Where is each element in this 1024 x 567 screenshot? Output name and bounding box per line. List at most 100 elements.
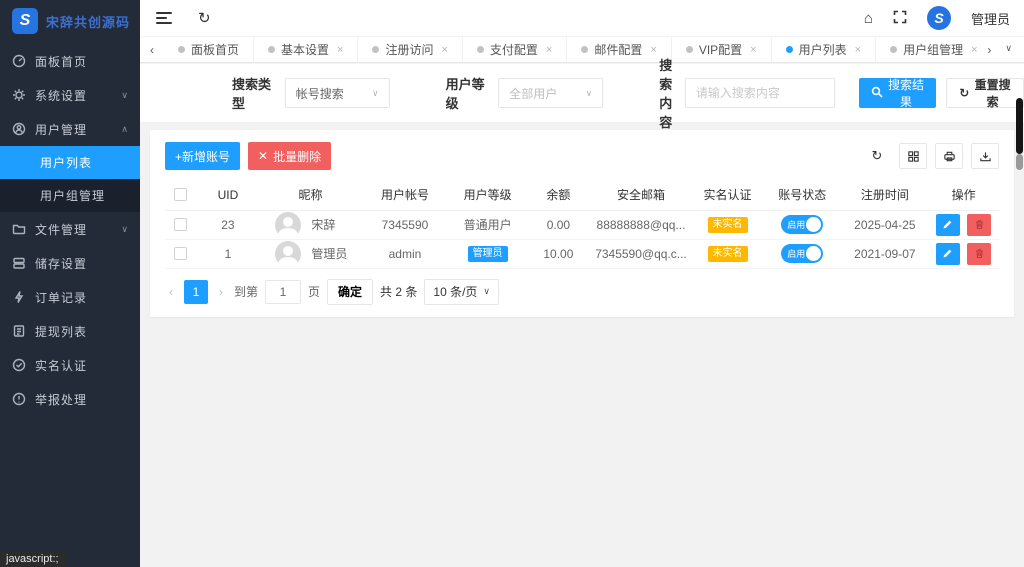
tab-mail-config[interactable]: 邮件配置 × xyxy=(567,37,672,62)
avatar xyxy=(275,240,302,267)
scrollbar-track[interactable] xyxy=(1016,154,1023,170)
tab-label: 支付配置 xyxy=(489,43,538,57)
tabs-scroll-right-icon[interactable]: › xyxy=(987,43,991,57)
menu-collapse-icon[interactable] xyxy=(156,12,172,24)
row-checkbox[interactable] xyxy=(174,247,188,260)
edit-button[interactable] xyxy=(935,213,960,236)
tab-basic-settings[interactable]: 基本设置 × xyxy=(254,37,359,62)
tab-register-access[interactable]: 注册访问 × xyxy=(358,37,463,62)
batch-delete-button[interactable]: ✕ 批量删除 xyxy=(248,142,332,170)
table-refresh-icon[interactable]: ↻ xyxy=(863,143,891,169)
col-header-level: 用户等级 xyxy=(463,188,512,203)
select-value: 全部用户 xyxy=(509,86,558,101)
select-value: 10 条/页 xyxy=(433,285,478,299)
sidebar-item-label: 实名认证 xyxy=(35,358,88,373)
sidebar-item-label: 系统设置 xyxy=(35,88,88,103)
sidebar-item-user-group[interactable]: 用户组管理 xyxy=(0,179,140,212)
next-page-icon[interactable]: › xyxy=(215,285,227,299)
delete-button[interactable] xyxy=(967,213,992,236)
col-header-balance: 余额 xyxy=(546,188,571,203)
tab-label: 用户组管理 xyxy=(903,43,964,57)
sidebar-item-user-management[interactable]: 用户管理 ∧ xyxy=(0,112,140,146)
tab-dot xyxy=(268,46,276,53)
goto-prefix-label: 到第 xyxy=(234,285,259,299)
close-icon[interactable]: × xyxy=(750,44,756,56)
fullscreen-icon[interactable] xyxy=(893,10,907,27)
sidebar-menu: 面板首页 系统设置 ∨ 用户管理 ∧ 用户列表 用户组管理 文件管理 ∨ 储存设… xyxy=(0,44,140,416)
app-logo[interactable]: S 宋辞共创源码 xyxy=(0,0,140,42)
status-toggle[interactable]: 启用 xyxy=(781,215,824,234)
cell-regtime: 2025-04-25 xyxy=(854,217,916,232)
close-icon[interactable]: × xyxy=(441,44,447,56)
page-size-select[interactable]: 10 条/页 ∨ xyxy=(424,278,500,305)
search-button[interactable]: 搜索结果 xyxy=(858,78,937,109)
list-icon xyxy=(12,324,26,338)
sidebar-item-report-handling[interactable]: 举报处理 xyxy=(0,382,140,416)
table-row: 23 宋辞 7345590 普通用户 0.00 88888888@qq... 未… xyxy=(165,210,999,239)
close-icon[interactable]: × xyxy=(650,44,656,56)
user-table-card: +新增账号 ✕ 批量删除 ↻ UID 昵称 用户帐号 用户等级 余额 安全邮箱 … xyxy=(150,130,1014,317)
close-icon[interactable]: × xyxy=(337,44,343,56)
tab-dashboard[interactable]: 面板首页 xyxy=(164,37,255,62)
search-type-select[interactable]: 帐号搜索 ∨ xyxy=(284,78,390,108)
tab-dot xyxy=(581,46,589,53)
tab-payment-config[interactable]: 支付配置 × xyxy=(463,37,568,62)
search-icon xyxy=(871,86,883,101)
user-level-select[interactable]: 全部用户 ∨ xyxy=(498,78,604,108)
sidebar: S 宋辞共创源码 面板首页 系统设置 ∨ 用户管理 ∧ 用户列表 用户组管理 文… xyxy=(0,0,140,567)
delete-button[interactable] xyxy=(967,242,992,265)
print-icon[interactable] xyxy=(935,143,963,169)
username-label[interactable]: 管理员 xyxy=(971,9,1010,28)
page-number-current[interactable]: 1 xyxy=(184,279,208,304)
close-icon[interactable]: × xyxy=(971,44,977,56)
reset-search-button[interactable]: ↻ 重置搜索 xyxy=(946,78,1024,109)
sidebar-item-storage-settings[interactable]: 储存设置 xyxy=(0,246,140,280)
chevron-down-icon: ∨ xyxy=(483,286,491,296)
col-header-ops: 操作 xyxy=(951,188,976,203)
close-icon[interactable]: × xyxy=(855,44,861,56)
sidebar-item-label: 订单记录 xyxy=(35,290,88,305)
sidebar-item-user-list[interactable]: 用户列表 xyxy=(0,146,140,179)
sidebar-item-system-settings[interactable]: 系统设置 ∨ xyxy=(0,78,140,112)
export-icon[interactable] xyxy=(971,143,999,169)
toggle-label: 启用 xyxy=(787,220,806,230)
select-all-checkbox[interactable] xyxy=(174,188,188,202)
prev-page-icon[interactable]: ‹ xyxy=(165,285,177,299)
cell-nickname: 宋辞 xyxy=(311,218,336,232)
sidebar-item-file-management[interactable]: 文件管理 ∨ xyxy=(0,212,140,246)
cell-uid: 23 xyxy=(221,217,235,232)
tab-label: 面板首页 xyxy=(191,43,240,57)
cell-balance: 10.00 xyxy=(543,246,574,261)
scrollbar-thumb[interactable] xyxy=(1016,98,1023,154)
close-icon[interactable]: × xyxy=(546,44,552,56)
goto-page-input[interactable] xyxy=(265,279,302,304)
home-icon[interactable]: ⌂ xyxy=(864,11,873,26)
dashboard-icon xyxy=(12,54,26,68)
button-label: 批量删除 xyxy=(273,149,322,164)
status-toggle[interactable]: 启用 xyxy=(781,244,824,263)
goto-confirm-button[interactable]: 确定 xyxy=(327,278,374,305)
sidebar-item-realname-auth[interactable]: 实名认证 xyxy=(0,348,140,382)
button-label: 搜索结果 xyxy=(888,78,925,109)
total-count-label: 共 2 条 xyxy=(380,285,418,299)
user-avatar[interactable]: S xyxy=(926,6,951,30)
tab-bar: ‹ 面板首页 基本设置 × 注册访问 × 支付配置 × 邮件配置 × VIP配置 xyxy=(140,36,1024,63)
verified-icon xyxy=(12,358,26,372)
tabs-scroll-left-icon[interactable]: ‹ xyxy=(140,43,164,57)
refresh-icon: ↻ xyxy=(959,86,970,100)
search-input[interactable] xyxy=(684,78,835,108)
tab-dot xyxy=(890,46,898,53)
sidebar-item-withdraw-list[interactable]: 提现列表 xyxy=(0,314,140,348)
tabs-menu-icon[interactable]: ∨ xyxy=(1005,43,1012,57)
edit-button[interactable] xyxy=(935,242,960,265)
col-header-status: 账号状态 xyxy=(778,188,827,203)
sidebar-item-order-records[interactable]: 订单记录 xyxy=(0,280,140,314)
column-filter-icon[interactable] xyxy=(899,143,927,169)
sidebar-item-dashboard[interactable]: 面板首页 xyxy=(0,44,140,78)
add-account-button[interactable]: +新增账号 xyxy=(165,142,241,170)
tab-user-group[interactable]: 用户组管理 × xyxy=(876,37,987,62)
row-checkbox[interactable] xyxy=(174,218,188,231)
col-header-regtime: 注册时间 xyxy=(860,188,909,203)
cell-uid: 1 xyxy=(224,246,232,261)
refresh-icon[interactable]: ↻ xyxy=(198,11,211,26)
